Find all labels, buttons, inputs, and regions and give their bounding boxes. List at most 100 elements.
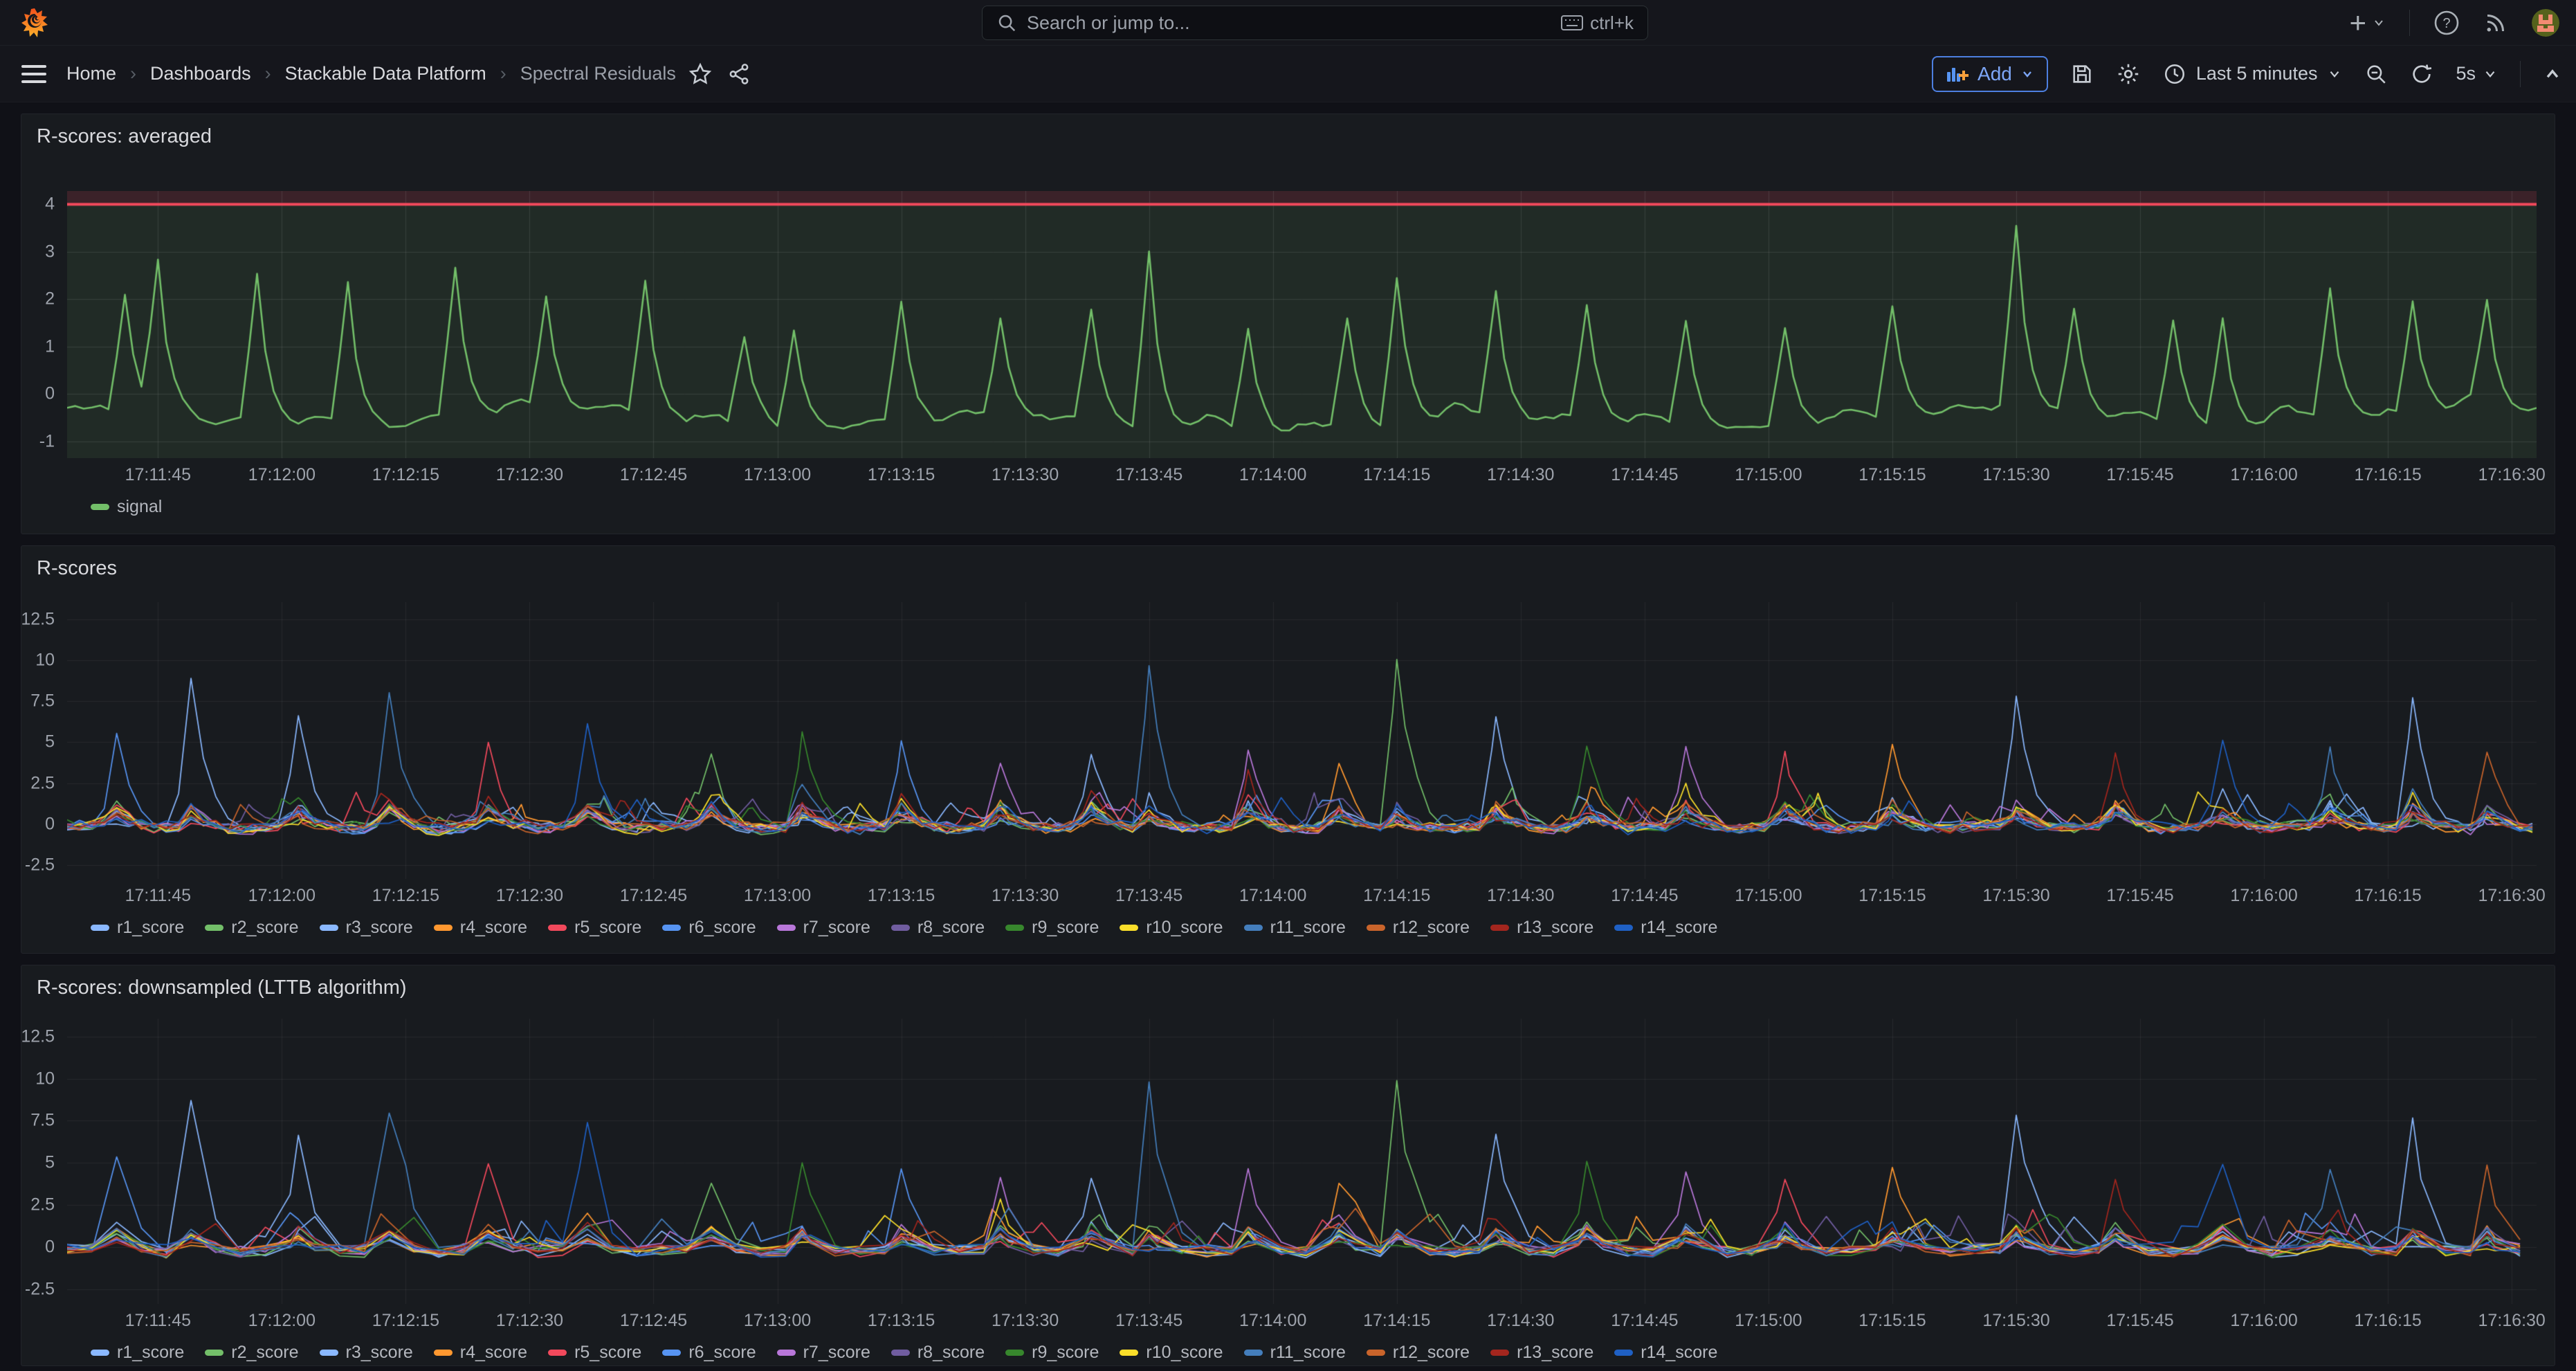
legend-color-pill [1490, 1350, 1509, 1356]
x-tick-label: 17:12:45 [620, 886, 687, 906]
legend-label: r6_score [688, 918, 756, 938]
legend: signal [67, 489, 2537, 517]
y-tick-label: 2 [45, 289, 55, 309]
legend-item[interactable]: signal [91, 497, 162, 517]
chart-canvas[interactable] [67, 602, 2537, 879]
legend-label: r14_score [1641, 918, 1717, 938]
add-panel-button[interactable]: Add [1932, 56, 2048, 92]
legend-label: r11_score [1270, 1343, 1346, 1363]
legend-item[interactable]: r11_score [1244, 1343, 1346, 1363]
y-tick-label: 0 [45, 1237, 55, 1257]
legend-label: r7_score [803, 918, 870, 938]
refresh-interval-picker[interactable]: 5s [2456, 63, 2498, 84]
collapse-up-icon[interactable] [2543, 64, 2562, 84]
legend-item[interactable]: r3_score [320, 1343, 413, 1363]
x-tick-label: 17:14:15 [1363, 465, 1430, 485]
x-axis-labels: 17:11:4517:12:0017:12:1517:12:3017:12:45… [67, 1311, 2537, 1334]
legend-item[interactable]: r14_score [1614, 918, 1717, 938]
panel-title[interactable]: R-scores: downsampled (LTTB algorithm) [37, 977, 407, 999]
legend-item[interactable]: r10_score [1120, 1343, 1223, 1363]
x-tick-label: 17:13:15 [868, 465, 935, 485]
legend-item[interactable]: r2_score [205, 1343, 298, 1363]
share-icon[interactable] [727, 62, 751, 86]
legend-item[interactable]: r6_score [662, 1343, 756, 1363]
favorite-star-icon[interactable] [688, 62, 712, 86]
chart-canvas[interactable] [67, 1019, 2537, 1304]
legend-label: r10_score [1146, 918, 1223, 938]
legend-label: r13_score [1517, 1343, 1593, 1363]
legend-color-pill [91, 1350, 109, 1356]
legend-item[interactable]: r9_score [1005, 918, 1099, 938]
refresh-icon[interactable] [2410, 62, 2433, 86]
time-series-chart[interactable] [67, 602, 2537, 879]
time-series-chart[interactable] [67, 191, 2537, 458]
x-tick-label: 17:12:15 [372, 886, 439, 906]
mega-menu-icon[interactable] [21, 64, 47, 84]
legend-label: r9_score [1032, 1343, 1099, 1363]
legend-label: r2_score [231, 1343, 298, 1363]
legend-item[interactable]: r5_score [548, 1343, 641, 1363]
dashboard-settings-gear-icon[interactable] [2116, 62, 2141, 87]
legend-item[interactable]: r9_score [1005, 1343, 1099, 1363]
y-tick-label: 3 [45, 242, 55, 262]
x-tick-label: 17:14:15 [1363, 1311, 1430, 1331]
breadcrumb: Home › Dashboards › Stackable Data Platf… [66, 63, 676, 84]
legend-item[interactable]: r1_score [91, 918, 184, 938]
panel-rscores: R-scores 12.5107.552.50-2.5 17:11:4517:1… [21, 545, 2555, 954]
legend-label: r13_score [1517, 918, 1593, 938]
help-icon[interactable]: ? [2433, 10, 2460, 36]
x-tick-label: 17:15:15 [1858, 886, 1926, 906]
zoom-out-icon[interactable] [2364, 62, 2388, 86]
x-tick-label: 17:16:15 [2354, 1311, 2421, 1331]
legend-item[interactable]: r11_score [1244, 918, 1346, 938]
time-range-picker[interactable]: Last 5 minutes [2163, 62, 2343, 86]
panel-title[interactable]: R-scores: averaged [37, 125, 212, 148]
time-series-chart[interactable] [67, 1019, 2537, 1304]
legend-item[interactable]: r7_score [777, 1343, 870, 1363]
search-input[interactable]: Search or jump to... ctrl+k [982, 6, 1648, 40]
legend-color-pill [205, 1350, 223, 1356]
legend-item[interactable]: r8_score [891, 918, 985, 938]
breadcrumb-dashboards[interactable]: Dashboards [150, 63, 251, 84]
legend-item[interactable]: r7_score [777, 918, 870, 938]
legend-color-pill [91, 925, 109, 931]
legend-item[interactable]: r2_score [205, 918, 298, 938]
x-tick-label: 17:14:30 [1487, 886, 1554, 906]
x-tick-label: 17:14:00 [1239, 465, 1306, 485]
x-tick-label: 17:12:45 [620, 1311, 687, 1331]
grafana-logo-icon[interactable] [21, 8, 48, 38]
y-tick-label: 0 [45, 814, 55, 834]
legend-item[interactable]: r5_score [548, 918, 641, 938]
breadcrumb-folder[interactable]: Stackable Data Platform [285, 63, 486, 84]
legend-item[interactable]: r12_score [1367, 918, 1470, 938]
legend-color-pill [1120, 925, 1138, 931]
legend-item[interactable]: r4_score [434, 1343, 527, 1363]
legend-item[interactable]: r4_score [434, 918, 527, 938]
breadcrumb-separator: › [265, 63, 271, 84]
legend-item[interactable]: r13_score [1490, 1343, 1593, 1363]
y-axis-labels: 43210-1 [21, 191, 59, 517]
x-tick-label: 17:14:30 [1487, 1311, 1554, 1331]
legend-label: signal [117, 497, 162, 517]
legend-item[interactable]: r8_score [891, 1343, 985, 1363]
x-tick-label: 17:15:30 [1982, 465, 2049, 485]
legend-item[interactable]: r14_score [1614, 1343, 1717, 1363]
chart-canvas[interactable] [67, 191, 2537, 458]
save-dashboard-icon[interactable] [2070, 62, 2094, 86]
legend-item[interactable]: r6_score [662, 918, 756, 938]
legend-item[interactable]: r1_score [91, 1343, 184, 1363]
legend-label: r8_score [917, 1343, 985, 1363]
legend-item[interactable]: r3_score [320, 918, 413, 938]
legend-item[interactable]: r12_score [1367, 1343, 1470, 1363]
legend-item[interactable]: r13_score [1490, 918, 1593, 938]
search-placeholder: Search or jump to... [1027, 12, 1190, 34]
panel-title[interactable]: R-scores [37, 557, 117, 580]
user-avatar[interactable] [2532, 9, 2559, 37]
new-menu-button[interactable]: + [2349, 8, 2386, 37]
breadcrumb-home[interactable]: Home [66, 63, 116, 84]
legend-item[interactable]: r10_score [1120, 918, 1223, 938]
news-rss-icon[interactable] [2483, 10, 2508, 35]
top-nav-bar: Search or jump to... ctrl+k + ? [0, 0, 2576, 46]
legend-color-pill [1120, 1350, 1138, 1356]
legend-color-pill [662, 925, 681, 931]
